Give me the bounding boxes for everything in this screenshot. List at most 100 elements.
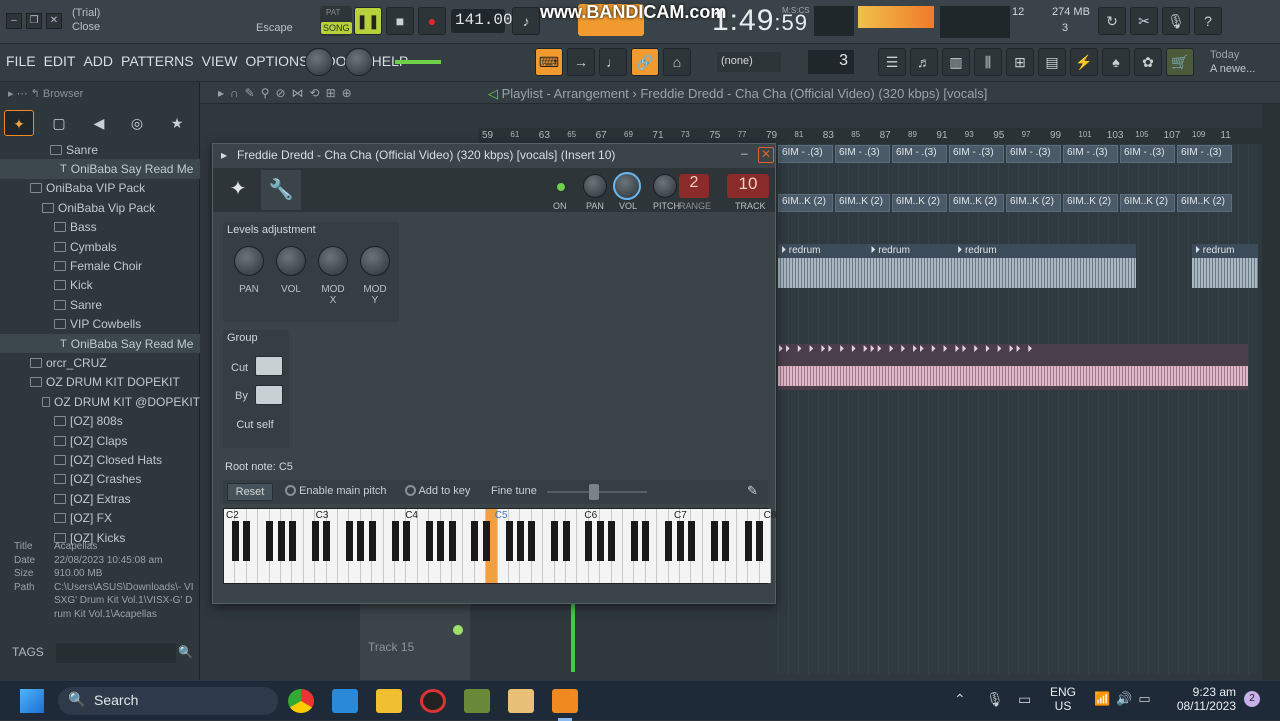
pattern-clip[interactable]: 6IM..K (2) xyxy=(892,194,947,212)
black-key[interactable] xyxy=(710,521,718,561)
pattern-clip[interactable]: 6IM..K (2) xyxy=(835,194,890,212)
menu-options[interactable]: OPTIONS xyxy=(245,53,308,69)
black-key[interactable] xyxy=(688,521,695,561)
display-tray-icon[interactable]: ▭ xyxy=(1018,691,1031,708)
help-icon[interactable]: ? xyxy=(1194,7,1222,35)
black-key[interactable] xyxy=(745,521,752,561)
network-sound-battery-icons[interactable]: 📶🔊▭ xyxy=(1094,691,1157,707)
mixer-track-value[interactable]: 10 xyxy=(727,174,769,198)
tree-folder[interactable]: [OZ] Closed Hats xyxy=(0,450,200,469)
dialog-close-icon[interactable]: ✕ xyxy=(758,147,774,163)
metronome-icon[interactable]: ♪ xyxy=(512,7,540,35)
black-key[interactable] xyxy=(551,521,559,561)
file-tab-icon[interactable]: ▢ xyxy=(44,110,74,136)
black-key[interactable] xyxy=(471,521,479,561)
menu-patterns[interactable]: PATTERNS xyxy=(121,53,194,69)
game-icon[interactable] xyxy=(464,689,490,713)
tags-bar[interactable]: TAGS 🔍 xyxy=(12,643,198,667)
black-key[interactable] xyxy=(368,521,376,561)
all-tab-icon[interactable]: ✦ xyxy=(4,110,34,136)
black-key[interactable] xyxy=(448,521,456,561)
black-key[interactable] xyxy=(437,521,445,561)
menu-edit[interactable]: EDIT xyxy=(44,53,76,69)
link-icon[interactable]: 🔗 xyxy=(631,48,659,76)
level-knob-mod-x[interactable]: MOD X xyxy=(317,246,349,306)
vocal-clip[interactable]: ⏵⏵ ⏵ ⏵ ⏵⏵ ⏵ ⏵ ⏵⏵⏵ ⏵ ⏵ ⏵⏵ ⏵ ⏵ ⏵⏵ ⏵ ⏵ ⏵ ⏵⏵… xyxy=(778,344,1248,390)
microphone-icon[interactable]: 🎙 xyxy=(1162,7,1190,35)
mixer-icon[interactable]: ⫼ xyxy=(974,48,1002,76)
news-panel[interactable]: Today A newe... xyxy=(1210,48,1255,76)
tree-folder[interactable]: OZ DRUM KIT @DOPEKIT xyxy=(0,392,200,411)
black-key[interactable] xyxy=(676,521,684,561)
project-icon[interactable]: ▤ xyxy=(1038,48,1066,76)
pattern-clip[interactable]: 6IM..K (2) xyxy=(949,194,1004,212)
dialog-minimize-icon[interactable]: – xyxy=(741,146,748,160)
tree-folder[interactable]: [OZ] 808s xyxy=(0,411,200,430)
pause-button[interactable]: ❚❚ xyxy=(354,7,382,35)
store-icon[interactable] xyxy=(332,689,358,713)
online-tab-icon[interactable]: ◎ xyxy=(122,110,152,136)
black-key[interactable] xyxy=(403,521,410,561)
mic-tray-icon[interactable]: 🎙 xyxy=(986,691,1004,708)
track-15-header[interactable]: Track 15 xyxy=(360,600,470,680)
tempo-tapper-icon[interactable]: ♠ xyxy=(1102,48,1130,76)
pattern-clip[interactable]: 6IM - .(3) xyxy=(1177,145,1232,163)
pattern-clip[interactable]: 6IM..K (2) xyxy=(778,194,833,212)
black-key[interactable] xyxy=(277,521,285,561)
pattern-clip[interactable]: 6IM - .(3) xyxy=(949,145,1004,163)
tree-file[interactable]: T OniBaba Say Read Me xyxy=(0,333,200,354)
black-key[interactable] xyxy=(232,521,239,561)
piano-roll-icon[interactable]: ♬ xyxy=(910,48,938,76)
black-key[interactable] xyxy=(642,521,650,561)
tree-folder[interactable]: Sanre xyxy=(0,295,200,314)
black-key[interactable] xyxy=(346,521,353,561)
tree-folder[interactable]: OZ DRUM KIT DOPEKIT xyxy=(0,373,200,392)
playlist-scrollbar[interactable] xyxy=(1262,104,1280,680)
pattern-clip[interactable]: 6IM - .(3) xyxy=(1006,145,1061,163)
tree-folder[interactable]: [OZ] FX xyxy=(0,508,200,527)
cut-self-button[interactable]: Cut self xyxy=(225,414,285,438)
level-knob-vol[interactable]: VOL xyxy=(275,246,307,306)
black-key[interactable] xyxy=(311,521,319,561)
pattern-clip[interactable]: 6IM - .(3) xyxy=(778,145,833,163)
level-knob-pan[interactable]: PAN xyxy=(233,246,265,306)
pattern-clip[interactable]: 6IM..K (2) xyxy=(1177,194,1232,212)
tree-folder[interactable]: VIP Cowbells xyxy=(0,315,200,334)
pan-knob[interactable] xyxy=(583,174,607,198)
black-key[interactable] xyxy=(756,521,764,561)
fl-studio-icon[interactable] xyxy=(552,689,578,713)
black-key[interactable] xyxy=(562,521,570,561)
stop-button[interactable]: ■ xyxy=(386,7,414,35)
file-explorer-icon[interactable] xyxy=(376,689,402,713)
tree-file[interactable]: T OniBaba Say Read Me xyxy=(0,159,200,179)
refresh-icon[interactable]: ↻ xyxy=(1098,7,1126,35)
reset-button[interactable]: Reset xyxy=(227,483,273,501)
level-knob-mod-y[interactable]: MOD Y xyxy=(359,246,391,306)
plugin-tab-icon[interactable]: ◀ xyxy=(84,110,114,136)
playlist-icon[interactable]: ☰ xyxy=(878,48,906,76)
black-key[interactable] xyxy=(596,521,604,561)
browser-icon[interactable]: ⊞ xyxy=(1006,48,1034,76)
black-key[interactable] xyxy=(391,521,399,561)
black-key[interactable] xyxy=(425,521,433,561)
plugin-icon[interactable]: ⚡ xyxy=(1070,48,1098,76)
black-key[interactable] xyxy=(631,521,638,561)
pattern-clip[interactable]: 6IM..K (2) xyxy=(1006,194,1061,212)
by-group-selector[interactable] xyxy=(255,385,283,405)
black-key[interactable] xyxy=(289,521,296,561)
add-to-key-radio[interactable]: Add to key xyxy=(405,485,470,497)
master-volume-meter[interactable] xyxy=(858,6,934,28)
tree-folder[interactable]: OniBaba Vip Pack xyxy=(0,198,200,217)
pattern-selector[interactable]: (none) xyxy=(717,52,781,72)
chrome-icon[interactable] xyxy=(288,689,314,713)
black-key[interactable] xyxy=(517,521,524,561)
black-key[interactable] xyxy=(665,521,673,561)
record-button[interactable]: ● xyxy=(418,7,446,35)
settings-wrench-icon[interactable]: 🔧 xyxy=(261,170,301,210)
pattern-clip[interactable]: 6IM..K (2) xyxy=(1063,194,1118,212)
black-key[interactable] xyxy=(505,521,513,561)
tempo-display[interactable]: 141.000 xyxy=(451,9,522,33)
restore-icon[interactable]: ❐ xyxy=(26,13,42,29)
menu-file[interactable]: FILE xyxy=(6,53,36,69)
pattern-clip[interactable]: 6IM - .(3) xyxy=(835,145,890,163)
